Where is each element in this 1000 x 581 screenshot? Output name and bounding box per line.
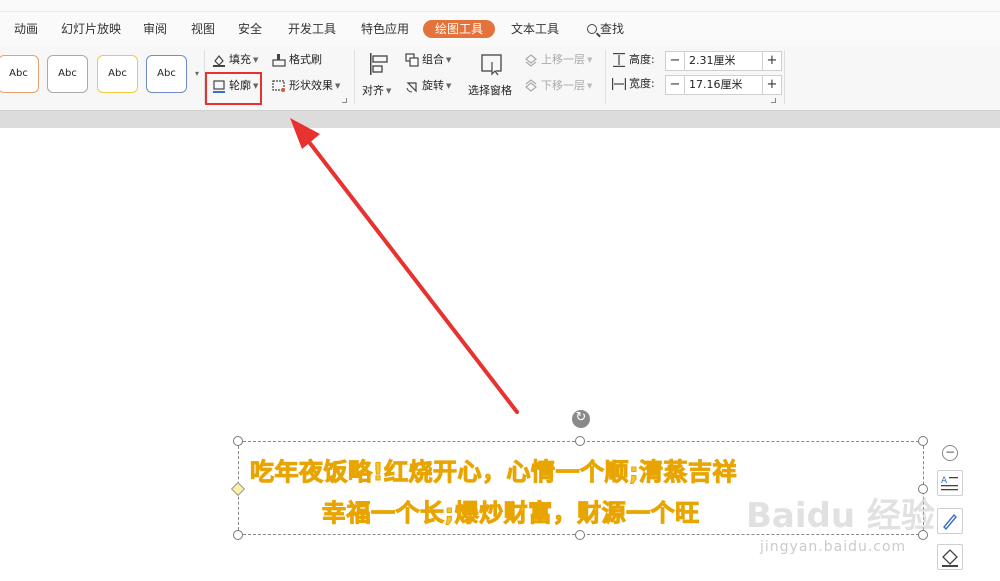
tab-animation[interactable]: 动画	[14, 20, 38, 38]
ribbon-toolbar: Abc Abc Abc Abc ▾ 填充 ▼ 轮廓 ▼ 格式刷 形状效果 ▼ 对齐 ▼	[0, 46, 1000, 110]
resize-handle-s[interactable]	[575, 530, 585, 540]
search-label: 查找	[600, 22, 625, 36]
shape-style-3[interactable]: Abc	[97, 55, 138, 93]
shape-effects-label: 形状效果	[289, 79, 333, 92]
bring-forward-icon	[524, 53, 538, 67]
tab-developer[interactable]: 开发工具	[288, 20, 336, 38]
format-painter-button[interactable]: 格式刷	[272, 51, 322, 69]
height-stepper: − 2.31厘米 +	[665, 51, 782, 71]
width-stepper: − 17.16厘米 +	[665, 75, 782, 95]
tab-security[interactable]: 安全	[238, 20, 262, 38]
shape-style-4[interactable]: Abc	[146, 55, 187, 93]
text-layout-icon: A	[941, 476, 958, 491]
shape-effects-icon	[272, 79, 286, 93]
dialog-launcher-icon[interactable]	[771, 98, 776, 103]
align-label-wrap: 对齐 ▼	[362, 82, 391, 100]
tab-slideshow[interactable]: 幻灯片放映	[61, 20, 121, 38]
chevron-down-icon: ▼	[386, 87, 392, 95]
align-label: 对齐	[362, 84, 384, 97]
group-button[interactable]: 组合 ▼	[405, 51, 451, 69]
group-icon	[405, 53, 419, 67]
selection-pane-icon	[480, 52, 504, 80]
width-input[interactable]: 17.16厘米	[685, 75, 762, 95]
rotate-button[interactable]: 旋转 ▼	[405, 77, 451, 95]
tab-drawing-tools[interactable]: 绘图工具	[423, 20, 496, 38]
resize-handle-n[interactable]	[575, 436, 585, 446]
divider	[784, 50, 785, 104]
baidu-watermark: Baidu 经验	[746, 496, 935, 536]
tab-text-tools[interactable]: 文本工具	[511, 20, 559, 38]
format-painter-label: 格式刷	[289, 53, 322, 66]
slide-text-line-2[interactable]: 幸福一个长;爆炒财富，财源一个旺	[322, 493, 700, 528]
width-icon	[612, 77, 626, 91]
chevron-down-icon: ▼	[587, 82, 593, 90]
height-label: 高度:	[629, 53, 655, 66]
ribbon-bottom-bar	[0, 110, 1000, 128]
outline-pen-button[interactable]	[937, 508, 963, 534]
search-button[interactable]: 查找	[587, 20, 624, 38]
shape-style-2[interactable]: Abc	[47, 55, 88, 93]
height-decrease-button[interactable]: −	[665, 51, 685, 71]
tab-review[interactable]: 审阅	[143, 20, 167, 38]
pen-icon	[943, 513, 957, 531]
fill-bucket-icon	[942, 549, 958, 567]
width-increase-button[interactable]: +	[762, 75, 782, 95]
align-icon	[367, 52, 391, 80]
outline-highlight-box	[205, 72, 262, 105]
chevron-down-icon: ▼	[446, 56, 452, 64]
resize-handle-sw[interactable]	[233, 530, 243, 540]
baidu-watermark-url: jingyan.baidu.com	[760, 539, 907, 555]
send-backward-button[interactable]: 下移一层 ▼	[524, 77, 592, 95]
height-increase-button[interactable]: +	[762, 51, 782, 71]
collapse-tools-icon[interactable]: −	[942, 445, 958, 461]
send-backward-icon	[524, 79, 538, 93]
shape-effects-button[interactable]: 形状效果 ▼	[272, 77, 340, 95]
svg-text:A: A	[941, 476, 948, 486]
format-painter-icon	[272, 53, 286, 67]
height-label-wrap: 高度:	[612, 51, 655, 69]
bring-forward-label: 上移一层	[541, 53, 585, 66]
gallery-more-icon[interactable]: ▾	[193, 66, 201, 82]
rotate-icon	[405, 79, 419, 93]
rotate-handle-icon[interactable]	[572, 409, 590, 428]
height-input[interactable]: 2.31厘米	[685, 51, 762, 71]
chevron-down-icon: ▼	[446, 82, 452, 90]
fill-label: 填充	[229, 53, 251, 66]
width-label: 宽度:	[629, 77, 655, 90]
resize-handle-nw[interactable]	[233, 436, 243, 446]
chevron-down-icon: ▼	[335, 82, 341, 90]
divider	[605, 50, 606, 104]
tab-view[interactable]: 视图	[191, 20, 215, 38]
height-icon	[612, 53, 626, 67]
bring-forward-button[interactable]: 上移一层 ▼	[524, 51, 592, 69]
resize-handle-ne[interactable]	[918, 436, 928, 446]
rotate-label: 旋转	[422, 79, 444, 92]
chevron-down-icon: ▼	[587, 56, 593, 64]
window-top-strip	[0, 0, 1000, 12]
tab-special-apps[interactable]: 特色应用	[361, 20, 409, 38]
dialog-launcher-icon[interactable]	[342, 98, 347, 103]
width-label-wrap: 宽度:	[612, 75, 655, 93]
shape-style-1[interactable]: Abc	[0, 55, 39, 93]
slide-text-line-1[interactable]: 吃年夜饭略!红烧开心，心情一个顺;清蒸吉祥	[249, 452, 737, 487]
search-icon	[587, 24, 597, 34]
selection-pane-label: 选择窗格	[468, 84, 512, 97]
chevron-down-icon: ▼	[253, 56, 259, 64]
ribbon-tab-bar: 动画 幻灯片放映 审阅 视图 安全 开发工具 特色应用 绘图工具 文本工具 查找	[0, 12, 1000, 46]
width-decrease-button[interactable]: −	[665, 75, 685, 95]
text-layout-button[interactable]: A	[937, 470, 963, 496]
send-backward-label: 下移一层	[541, 79, 585, 92]
fill-bucket-icon	[212, 53, 226, 67]
shape-fill-button[interactable]	[937, 544, 963, 570]
group-label: 组合	[422, 53, 444, 66]
selection-pane-button[interactable]: 选择窗格	[466, 52, 518, 102]
fill-button[interactable]: 填充 ▼	[212, 51, 258, 69]
align-button[interactable]: 对齐 ▼	[362, 52, 396, 102]
divider	[354, 50, 355, 104]
